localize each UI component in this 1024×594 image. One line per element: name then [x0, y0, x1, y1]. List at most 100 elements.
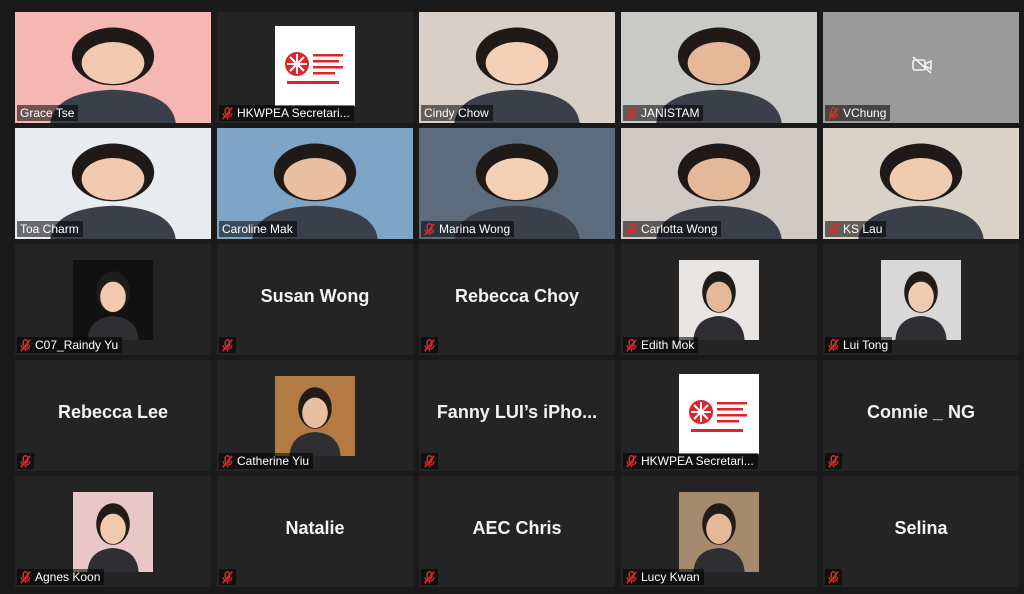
participant-tile[interactable]: AEC Chris: [419, 476, 615, 587]
participant-name: Lucy Kwan: [641, 570, 700, 584]
participant-display-name: AEC Chris: [472, 518, 562, 538]
mic-muted-icon: [828, 338, 839, 352]
mic-muted-icon: [20, 454, 31, 468]
mic-muted-icon: [828, 106, 839, 120]
participant-status: [421, 453, 438, 469]
participant-name-label: HKWPEA Secretari...: [219, 105, 354, 121]
mic-muted-icon: [626, 338, 637, 352]
participant-tile[interactable]: Agnes Koon: [15, 476, 211, 587]
participant-name: C07_Raindy Yu: [35, 338, 119, 352]
hkwpea-logo: [275, 26, 355, 106]
mic-muted-icon: [20, 338, 31, 352]
mic-muted-icon: [828, 454, 839, 468]
participant-name: Agnes Koon: [35, 570, 101, 584]
participant-name: Lui Tong: [843, 338, 889, 352]
participant-status: [17, 453, 34, 469]
participant-tile[interactable]: Edith Mok: [621, 244, 817, 355]
participant-tile[interactable]: VChung: [823, 12, 1019, 123]
participant-display-name: Selina: [894, 518, 948, 538]
participant-status: [219, 337, 236, 353]
participant-display-name: Fanny LUI’s iPho...: [436, 402, 598, 422]
participant-name-label: Edith Mok: [623, 337, 699, 353]
participant-name: Grace Tse: [20, 106, 75, 120]
participant-name-label: Grace Tse: [17, 105, 79, 121]
mic-muted-icon: [20, 570, 31, 584]
participant-status: [825, 569, 842, 585]
participant-tile[interactable]: Grace Tse: [15, 12, 211, 123]
gallery-grid: Grace Tse HKWPEA Secretari... Cindy Chow JA…: [15, 12, 1019, 587]
participant-photo: [679, 492, 759, 572]
participant-tile[interactable]: Fanny LUI’s iPho...: [419, 360, 615, 471]
participant-status: [421, 569, 438, 585]
mic-muted-icon: [828, 570, 839, 584]
participant-tile[interactable]: Susan Wong: [217, 244, 413, 355]
participant-name-label: HKWPEA Secretari...: [623, 453, 758, 469]
participant-name: Carlotta Wong: [641, 222, 718, 236]
participant-photo: [73, 260, 153, 340]
mic-muted-icon: [626, 222, 637, 236]
participant-photo: [73, 492, 153, 572]
participant-name-label: KS Lau: [825, 221, 887, 237]
participant-name: Edith Mok: [641, 338, 695, 352]
mic-muted-icon: [222, 338, 233, 352]
participant-name-label: JANISTAM: [623, 105, 704, 121]
participant-tile[interactable]: Catherine Yiu: [217, 360, 413, 471]
participant-tile[interactable]: JANISTAM: [621, 12, 817, 123]
participant-name-label: Caroline Mak: [219, 221, 297, 237]
participant-photo: [275, 376, 355, 456]
participant-name-label: C07_Raindy Yu: [17, 337, 123, 353]
mic-muted-icon: [222, 570, 233, 584]
participant-name: HKWPEA Secretari...: [641, 454, 754, 468]
mic-muted-icon: [424, 570, 435, 584]
mic-muted-icon: [828, 222, 839, 236]
participant-name: HKWPEA Secretari...: [237, 106, 350, 120]
hkwpea-logo: [679, 374, 759, 454]
participant-name-label: Cindy Chow: [421, 105, 493, 121]
participant-tile[interactable]: Connie _ NG: [823, 360, 1019, 471]
mic-muted-icon: [424, 222, 435, 236]
participant-name: Caroline Mak: [222, 222, 293, 236]
participant-name: KS Lau: [843, 222, 883, 236]
participant-tile[interactable]: C07_Raindy Yu: [15, 244, 211, 355]
participant-tile[interactable]: Lui Tong: [823, 244, 1019, 355]
participant-name-label: Carlotta Wong: [623, 221, 722, 237]
participant-display-name: Rebecca Choy: [454, 286, 580, 306]
participant-name: Marina Wong: [439, 222, 511, 236]
participant-name-label: VChung: [825, 105, 891, 121]
participant-tile[interactable]: Lucy Kwan: [621, 476, 817, 587]
participant-name: Catherine Yiu: [237, 454, 310, 468]
mic-muted-icon: [222, 454, 233, 468]
mic-muted-icon: [626, 454, 637, 468]
mic-muted-icon: [626, 570, 637, 584]
participant-tile[interactable]: HKWPEA Secretari...: [217, 12, 413, 123]
participant-status: [421, 337, 438, 353]
participant-tile[interactable]: Rebecca Choy: [419, 244, 615, 355]
participant-status: [219, 569, 236, 585]
video-off-icon: [911, 56, 933, 79]
participant-tile[interactable]: Marina Wong: [419, 128, 615, 239]
participant-tile[interactable]: Caroline Mak: [217, 128, 413, 239]
participant-name-label: Agnes Koon: [17, 569, 105, 585]
participant-name-label: Toa Charm: [17, 221, 83, 237]
participant-tile[interactable]: Cindy Chow: [419, 12, 615, 123]
participant-tile[interactable]: Natalie: [217, 476, 413, 587]
participant-tile[interactable]: HKWPEA Secretari...: [621, 360, 817, 471]
participant-tile[interactable]: Rebecca Lee: [15, 360, 211, 471]
mic-muted-icon: [424, 454, 435, 468]
mic-muted-icon: [222, 106, 233, 120]
participant-tile[interactable]: Toa Charm: [15, 128, 211, 239]
participant-tile[interactable]: Carlotta Wong: [621, 128, 817, 239]
participant-name: JANISTAM: [641, 106, 700, 120]
participant-display-name: Connie _ NG: [866, 402, 975, 422]
participant-tile[interactable]: Selina: [823, 476, 1019, 587]
participant-name: VChung: [843, 106, 887, 120]
participant-name: Toa Charm: [20, 222, 79, 236]
participant-name-label: Lui Tong: [825, 337, 893, 353]
participant-photo: [679, 260, 759, 340]
participant-photo: [881, 260, 961, 340]
participant-name: Cindy Chow: [424, 106, 489, 120]
participant-name-label: Lucy Kwan: [623, 569, 704, 585]
participant-tile[interactable]: KS Lau: [823, 128, 1019, 239]
participant-name-label: Catherine Yiu: [219, 453, 314, 469]
participant-status: [825, 453, 842, 469]
